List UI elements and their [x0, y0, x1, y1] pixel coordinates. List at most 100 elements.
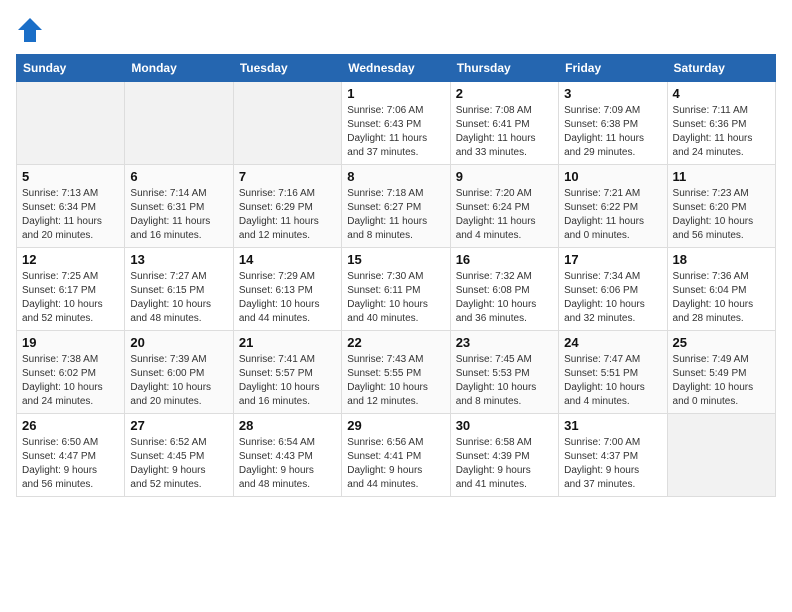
day-number: 4	[673, 86, 770, 101]
cell-info: Sunrise: 7:29 AM Sunset: 6:13 PM Dayligh…	[239, 270, 336, 326]
week-row-2: 12 Sunrise: 7:25 AM Sunset: 6:17 PM Dayli…	[17, 248, 776, 331]
calendar-cell: 2 Sunrise: 7:08 AM Sunset: 6:41 PM Daylig…	[450, 82, 558, 165]
calendar-cell: 5 Sunrise: 7:13 AM Sunset: 6:34 PM Daylig…	[17, 165, 125, 248]
day-number: 5	[22, 169, 119, 184]
day-number: 20	[130, 335, 227, 350]
cell-info: Sunrise: 7:20 AM Sunset: 6:24 PM Dayligh…	[456, 187, 553, 243]
day-number: 30	[456, 418, 553, 433]
day-number: 14	[239, 252, 336, 267]
day-number: 6	[130, 169, 227, 184]
week-row-1: 5 Sunrise: 7:13 AM Sunset: 6:34 PM Daylig…	[17, 165, 776, 248]
calendar-cell: 17 Sunrise: 7:34 AM Sunset: 6:06 PM Dayli…	[559, 248, 667, 331]
calendar-cell: 24 Sunrise: 7:47 AM Sunset: 5:51 PM Dayli…	[559, 331, 667, 414]
calendar-cell: 15Sunrise: 7:30 AM Sunset: 6:11 PM Dayli…	[342, 248, 450, 331]
cell-info: Sunrise: 7:41 AM Sunset: 5:57 PM Dayligh…	[239, 353, 336, 409]
weekday-header-wednesday: Wednesday	[342, 55, 450, 82]
calendar-cell: 10 Sunrise: 7:21 AM Sunset: 6:22 PM Dayli…	[559, 165, 667, 248]
cell-info: Sunrise: 7:39 AM Sunset: 6:00 PM Dayligh…	[130, 353, 227, 409]
day-number: 24	[564, 335, 661, 350]
weekday-header-saturday: Saturday	[667, 55, 775, 82]
day-number: 2	[456, 86, 553, 101]
calendar-cell: 9 Sunrise: 7:20 AM Sunset: 6:24 PM Daylig…	[450, 165, 558, 248]
cell-info: Sunrise: 6:56 AM Sunset: 4:41 PM Dayligh…	[347, 436, 444, 492]
calendar-cell: 23Sunrise: 7:45 AM Sunset: 5:53 PM Dayli…	[450, 331, 558, 414]
cell-info: Sunrise: 7:00 AM Sunset: 4:37 PM Dayligh…	[564, 436, 661, 492]
day-number: 18	[673, 252, 770, 267]
calendar-cell	[233, 82, 341, 165]
cell-info: Sunrise: 7:36 AM Sunset: 6:04 PM Dayligh…	[673, 270, 770, 326]
weekday-header-thursday: Thursday	[450, 55, 558, 82]
calendar-cell: 21 Sunrise: 7:41 AM Sunset: 5:57 PM Dayli…	[233, 331, 341, 414]
cell-info: Sunrise: 6:50 AM Sunset: 4:47 PM Dayligh…	[22, 436, 119, 492]
logo-icon	[16, 16, 44, 44]
calendar-cell	[125, 82, 233, 165]
day-number: 15	[347, 252, 444, 267]
calendar-cell: 18 Sunrise: 7:36 AM Sunset: 6:04 PM Dayli…	[667, 248, 775, 331]
calendar-cell: 26 Sunrise: 6:50 AM Sunset: 4:47 PM Dayli…	[17, 414, 125, 497]
calendar-cell: 30 Sunrise: 6:58 AM Sunset: 4:39 PM Dayli…	[450, 414, 558, 497]
calendar-cell: 19 Sunrise: 7:38 AM Sunset: 6:02 PM Dayli…	[17, 331, 125, 414]
day-number: 16	[456, 252, 553, 267]
calendar-cell: 16Sunrise: 7:32 AM Sunset: 6:08 PM Dayli…	[450, 248, 558, 331]
cell-info: Sunrise: 6:58 AM Sunset: 4:39 PM Dayligh…	[456, 436, 553, 492]
cell-info: Sunrise: 7:45 AM Sunset: 5:53 PM Dayligh…	[456, 353, 553, 409]
day-number: 12	[22, 252, 119, 267]
day-number: 13	[130, 252, 227, 267]
calendar-cell: 8Sunrise: 7:18 AM Sunset: 6:27 PM Daylig…	[342, 165, 450, 248]
cell-info: Sunrise: 7:11 AM Sunset: 6:36 PM Dayligh…	[673, 104, 770, 160]
cell-info: Sunrise: 7:16 AM Sunset: 6:29 PM Dayligh…	[239, 187, 336, 243]
cell-info: Sunrise: 7:38 AM Sunset: 6:02 PM Dayligh…	[22, 353, 119, 409]
cell-info: Sunrise: 7:34 AM Sunset: 6:06 PM Dayligh…	[564, 270, 661, 326]
day-number: 19	[22, 335, 119, 350]
weekday-header-friday: Friday	[559, 55, 667, 82]
day-number: 31	[564, 418, 661, 433]
calendar-cell: 3 Sunrise: 7:09 AM Sunset: 6:38 PM Daylig…	[559, 82, 667, 165]
calendar-table: SundayMondayTuesdayWednesdayThursdayFrid…	[16, 54, 776, 497]
calendar-cell	[17, 82, 125, 165]
calendar-body: 1Sunrise: 7:06 AM Sunset: 6:43 PM Daylig…	[17, 82, 776, 497]
weekday-header-tuesday: Tuesday	[233, 55, 341, 82]
week-row-4: 26 Sunrise: 6:50 AM Sunset: 4:47 PM Dayli…	[17, 414, 776, 497]
cell-info: Sunrise: 7:47 AM Sunset: 5:51 PM Dayligh…	[564, 353, 661, 409]
calendar-cell: 31 Sunrise: 7:00 AM Sunset: 4:37 PM Dayli…	[559, 414, 667, 497]
day-number: 9	[456, 169, 553, 184]
cell-info: Sunrise: 7:14 AM Sunset: 6:31 PM Dayligh…	[130, 187, 227, 243]
day-number: 17	[564, 252, 661, 267]
cell-info: Sunrise: 7:09 AM Sunset: 6:38 PM Dayligh…	[564, 104, 661, 160]
week-row-0: 1Sunrise: 7:06 AM Sunset: 6:43 PM Daylig…	[17, 82, 776, 165]
week-row-3: 19 Sunrise: 7:38 AM Sunset: 6:02 PM Dayli…	[17, 331, 776, 414]
calendar-cell	[667, 414, 775, 497]
calendar-header: SundayMondayTuesdayWednesdayThursdayFrid…	[17, 55, 776, 82]
day-number: 7	[239, 169, 336, 184]
logo	[16, 16, 48, 44]
calendar-cell: 4 Sunrise: 7:11 AM Sunset: 6:36 PM Daylig…	[667, 82, 775, 165]
calendar-cell: 12 Sunrise: 7:25 AM Sunset: 6:17 PM Dayli…	[17, 248, 125, 331]
calendar-cell: 6 Sunrise: 7:14 AM Sunset: 6:31 PM Daylig…	[125, 165, 233, 248]
cell-info: Sunrise: 7:21 AM Sunset: 6:22 PM Dayligh…	[564, 187, 661, 243]
cell-info: Sunrise: 6:52 AM Sunset: 4:45 PM Dayligh…	[130, 436, 227, 492]
weekday-header-monday: Monday	[125, 55, 233, 82]
calendar-cell: 29 Sunrise: 6:56 AM Sunset: 4:41 PM Dayli…	[342, 414, 450, 497]
cell-info: Sunrise: 7:43 AM Sunset: 5:55 PM Dayligh…	[347, 353, 444, 409]
cell-info: Sunrise: 7:25 AM Sunset: 6:17 PM Dayligh…	[22, 270, 119, 326]
day-number: 3	[564, 86, 661, 101]
day-number: 21	[239, 335, 336, 350]
day-number: 26	[22, 418, 119, 433]
page-header	[16, 16, 776, 44]
cell-info: Sunrise: 7:08 AM Sunset: 6:41 PM Dayligh…	[456, 104, 553, 160]
day-number: 29	[347, 418, 444, 433]
cell-info: Sunrise: 7:49 AM Sunset: 5:49 PM Dayligh…	[673, 353, 770, 409]
calendar-cell: 14 Sunrise: 7:29 AM Sunset: 6:13 PM Dayli…	[233, 248, 341, 331]
cell-info: Sunrise: 7:13 AM Sunset: 6:34 PM Dayligh…	[22, 187, 119, 243]
calendar-cell: 11Sunrise: 7:23 AM Sunset: 6:20 PM Dayli…	[667, 165, 775, 248]
calendar-cell: 20 Sunrise: 7:39 AM Sunset: 6:00 PM Dayli…	[125, 331, 233, 414]
calendar-cell: 22Sunrise: 7:43 AM Sunset: 5:55 PM Dayli…	[342, 331, 450, 414]
calendar-cell: 13Sunrise: 7:27 AM Sunset: 6:15 PM Dayli…	[125, 248, 233, 331]
weekday-header-sunday: Sunday	[17, 55, 125, 82]
cell-info: Sunrise: 7:18 AM Sunset: 6:27 PM Dayligh…	[347, 187, 444, 243]
cell-info: Sunrise: 7:06 AM Sunset: 6:43 PM Dayligh…	[347, 104, 444, 160]
cell-info: Sunrise: 7:23 AM Sunset: 6:20 PM Dayligh…	[673, 187, 770, 243]
day-number: 25	[673, 335, 770, 350]
calendar-cell: 28Sunrise: 6:54 AM Sunset: 4:43 PM Dayli…	[233, 414, 341, 497]
day-number: 10	[564, 169, 661, 184]
